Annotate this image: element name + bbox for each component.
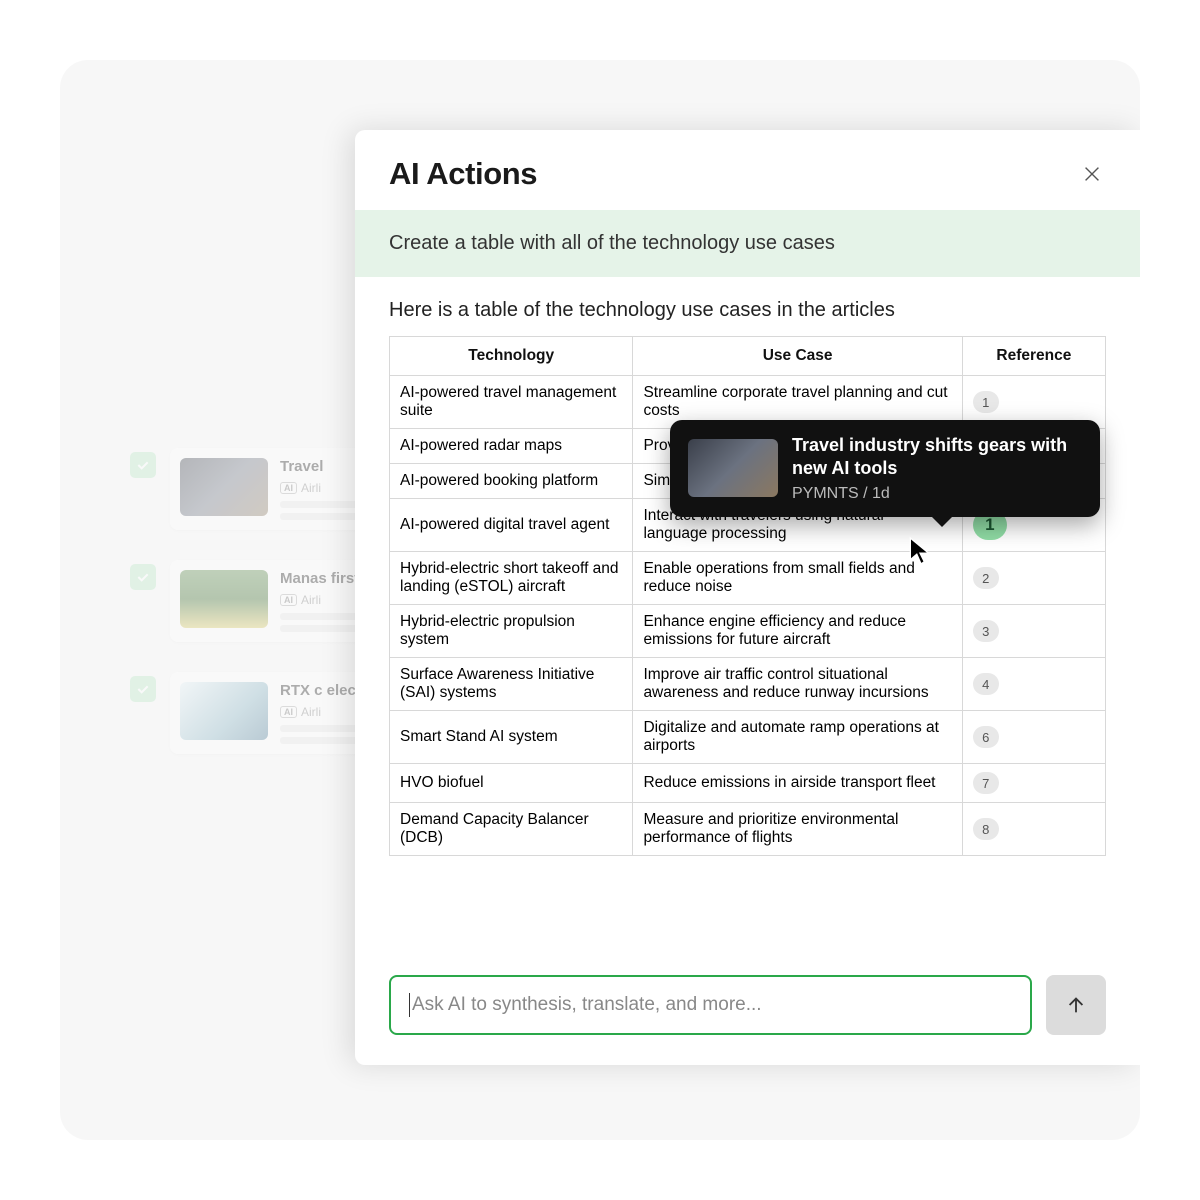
column-header-reference: Reference <box>962 337 1105 376</box>
cell-reference: 8 <box>962 803 1105 856</box>
cell-usecase: Digitalize and automate ramp operations … <box>633 711 962 764</box>
checkbox-checked-icon[interactable] <box>130 452 156 478</box>
cell-technology: AI-powered travel management suite <box>390 376 633 429</box>
cell-technology: Hybrid-electric propulsion system <box>390 605 633 658</box>
checkbox-checked-icon[interactable] <box>130 564 156 590</box>
checkbox-checked-icon[interactable] <box>130 676 156 702</box>
reference-pill[interactable]: 2 <box>973 567 999 589</box>
article-source: Airli <box>301 481 321 495</box>
article-thumbnail <box>180 570 268 628</box>
cell-reference: 7 <box>962 764 1105 803</box>
cell-technology: AI-powered digital travel agent <box>390 499 633 552</box>
technology-table: Technology Use Case Reference AI-powered… <box>389 336 1106 856</box>
table-row: HVO biofuelReduce emissions in airside t… <box>390 764 1106 803</box>
cell-technology: Surface Awareness Initiative (SAI) syste… <box>390 658 633 711</box>
response-intro: Here is a table of the technology use ca… <box>389 299 1106 322</box>
ai-badge: AI <box>280 706 297 718</box>
reference-pill[interactable]: 3 <box>973 620 999 642</box>
cell-technology: Hybrid-electric short takeoff and landin… <box>390 552 633 605</box>
input-row: Ask AI to synthesis, translate, and more… <box>355 975 1140 1065</box>
cell-technology: Smart Stand AI system <box>390 711 633 764</box>
reference-pill[interactable]: 8 <box>973 818 999 840</box>
table-row: Hybrid-electric propulsion systemEnhance… <box>390 605 1106 658</box>
app-canvas: Travel AIAirli Manas first gr AIAirli <box>60 60 1140 1140</box>
cell-usecase: Improve air traffic control situational … <box>633 658 962 711</box>
reference-tooltip: Travel industry shifts gears with new AI… <box>670 420 1100 517</box>
reference-pill[interactable]: 4 <box>973 673 999 695</box>
tooltip-title: Travel industry shifts gears with new AI… <box>792 434 1082 481</box>
column-header-technology: Technology <box>390 337 633 376</box>
ai-actions-modal: AI Actions Create a table with all of th… <box>355 130 1140 1065</box>
close-button[interactable] <box>1078 160 1106 188</box>
cell-usecase: Enable operations from small fields and … <box>633 552 962 605</box>
user-prompt: Create a table with all of the technolog… <box>355 210 1140 277</box>
cell-technology: Demand Capacity Balancer (DCB) <box>390 803 633 856</box>
close-icon <box>1081 163 1103 185</box>
send-button[interactable] <box>1046 975 1106 1035</box>
cell-reference: 3 <box>962 605 1105 658</box>
input-placeholder: Ask AI to synthesis, translate, and more… <box>412 994 762 1016</box>
arrow-up-icon <box>1065 994 1087 1016</box>
modal-title: AI Actions <box>389 156 537 192</box>
article-source: Airli <box>301 593 321 607</box>
cell-reference: 6 <box>962 711 1105 764</box>
reference-pill[interactable]: 1 <box>973 391 999 413</box>
cell-usecase: Reduce emissions in airside transport fl… <box>633 764 962 803</box>
cell-reference: 2 <box>962 552 1105 605</box>
cell-technology: HVO biofuel <box>390 764 633 803</box>
table-row: Smart Stand AI systemDigitalize and auto… <box>390 711 1106 764</box>
response-area: Here is a table of the technology use ca… <box>355 277 1140 975</box>
cell-technology: AI-powered radar maps <box>390 429 633 464</box>
article-source: Airli <box>301 705 321 719</box>
reference-pill[interactable]: 7 <box>973 772 999 794</box>
ai-badge: AI <box>280 482 297 494</box>
article-thumbnail <box>180 458 268 516</box>
cell-technology: AI-powered booking platform <box>390 464 633 499</box>
reference-pill[interactable]: 6 <box>973 726 999 748</box>
cell-reference: 4 <box>962 658 1105 711</box>
table-row: Hybrid-electric short takeoff and landin… <box>390 552 1106 605</box>
article-thumbnail <box>180 682 268 740</box>
cell-usecase: Measure and prioritize environmental per… <box>633 803 962 856</box>
table-row: Surface Awareness Initiative (SAI) syste… <box>390 658 1106 711</box>
tooltip-thumbnail <box>688 439 778 497</box>
table-row: Demand Capacity Balancer (DCB)Measure an… <box>390 803 1106 856</box>
ask-ai-input[interactable]: Ask AI to synthesis, translate, and more… <box>389 975 1032 1035</box>
modal-header: AI Actions <box>355 130 1140 210</box>
cell-usecase: Enhance engine efficiency and reduce emi… <box>633 605 962 658</box>
column-header-usecase: Use Case <box>633 337 962 376</box>
tooltip-source: PYMNTS / 1d <box>792 485 1082 503</box>
ai-badge: AI <box>280 594 297 606</box>
